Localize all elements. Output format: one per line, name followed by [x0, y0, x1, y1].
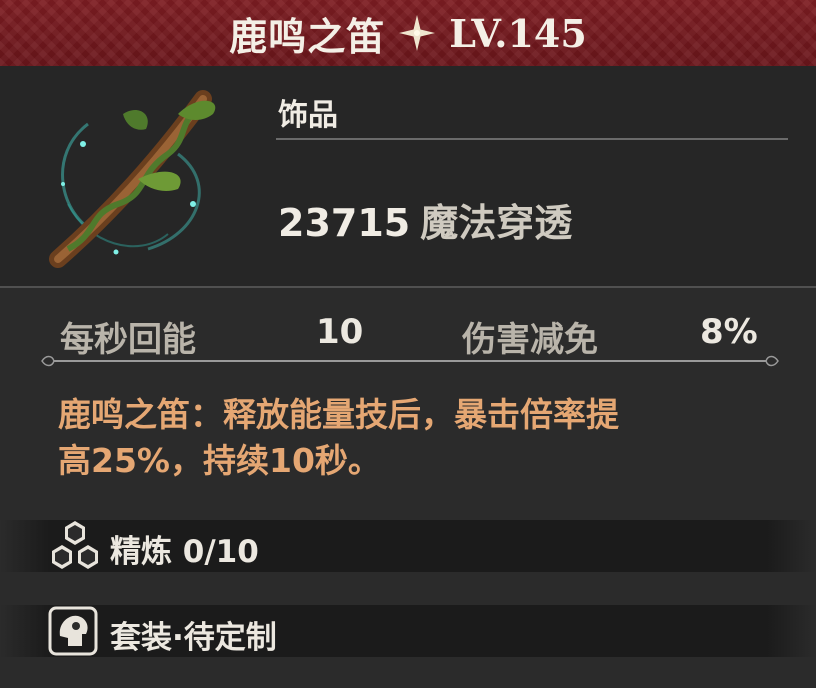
sub-stat-value-damage-reduction: 8%: [700, 312, 758, 352]
effect-description: 鹿鸣之笛：释放能量技后，暴击倍率提 高25%，持续10秒。: [58, 392, 778, 484]
refine-label: 精炼 0/10: [110, 534, 259, 570]
item-name: 鹿鸣之笛: [229, 13, 386, 59]
item-info-panel: 饰品 23715 魔法穿透: [0, 66, 816, 288]
flute-branch-icon: [49, 90, 216, 268]
divider: [276, 138, 788, 140]
ornament-divider: [41, 355, 779, 367]
effect-description-line: 高25%，持续10秒。: [58, 441, 381, 480]
sub-stats: 每秒回能 10 伤害减免 8%: [0, 290, 816, 370]
item-level: LV.145: [449, 10, 587, 56]
armor-helmet-icon: [48, 606, 98, 656]
main-stat-label: 魔法穿透: [420, 201, 573, 245]
item-header: 鹿鸣之笛 LV.145: [0, 0, 816, 68]
item-tooltip: 鹿鸣之笛 LV.145 饰品 23715 魔法穿透 每秒回能 10 伤害减免 8…: [0, 0, 816, 688]
item-type: 饰品: [278, 98, 338, 133]
main-stat-value: 23715: [278, 201, 411, 245]
hexagon-cluster-icon: [52, 521, 98, 569]
main-stat: 23715 魔法穿透: [278, 192, 572, 247]
set-label: 套装·待定制: [110, 620, 277, 656]
four-point-star-icon: [399, 15, 436, 51]
effect-description-line: 鹿鸣之笛：释放能量技后，暴击倍率提: [58, 395, 619, 434]
sub-stat-value-energy: 10: [316, 312, 364, 352]
